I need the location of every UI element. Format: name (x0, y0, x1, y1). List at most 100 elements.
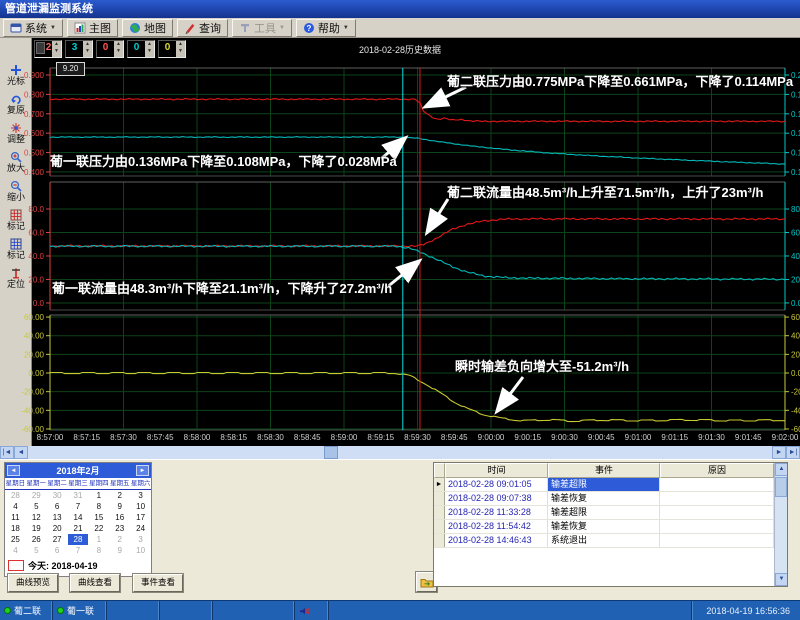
calendar-week-row: 28293031123 (5, 490, 151, 501)
calendar-day[interactable]: 10 (130, 501, 151, 512)
calendar-day[interactable]: 23 (109, 523, 130, 534)
event-reason-cell[interactable] (660, 506, 774, 519)
calendar-day-selected[interactable]: 28 (68, 534, 89, 545)
event-name-cell[interactable]: 系统退出 (548, 534, 660, 547)
calendar-day[interactable]: 2 (109, 534, 130, 545)
event-reason-cell[interactable] (660, 492, 774, 505)
calendar-day[interactable]: 4 (5, 545, 26, 556)
calendar-day[interactable]: 11 (5, 512, 26, 523)
calendar-day[interactable]: 31 (68, 490, 89, 501)
event-time-cell[interactable]: 2018-02-28 11:33:28 (445, 506, 548, 519)
event-reason-cell[interactable] (660, 534, 774, 547)
calendar-next-icon[interactable]: ► (136, 465, 149, 476)
event-name-cell[interactable]: 输差超限 (548, 478, 660, 491)
toolbar-button-system[interactable]: 系统▼ (3, 19, 63, 37)
calendar-day[interactable]: 9 (109, 545, 130, 556)
event-name-cell[interactable]: 输差超限 (548, 506, 660, 519)
calendar-day[interactable]: 8 (88, 545, 109, 556)
calendar-day[interactable]: 18 (5, 523, 26, 534)
scroll-down-icon[interactable]: ▼ (775, 573, 788, 586)
calendar-day[interactable]: 4 (5, 501, 26, 512)
calendar-day[interactable]: 6 (47, 501, 68, 512)
event-time-cell[interactable]: 2018-02-28 11:54:42 (445, 520, 548, 533)
calendar-day[interactable]: 7 (68, 501, 89, 512)
calendar-day[interactable]: 27 (47, 534, 68, 545)
calendar-day[interactable]: 30 (47, 490, 68, 501)
scroll-start-icon[interactable]: |◄ (0, 446, 14, 459)
calendar-day[interactable]: 1 (88, 490, 109, 501)
calendar-day[interactable]: 21 (68, 523, 89, 534)
calendar-day[interactable]: 1 (88, 534, 109, 545)
calendar-day[interactable]: 24 (130, 523, 151, 534)
tools-icon (239, 22, 251, 34)
scroll-up-icon[interactable]: ▲ (775, 463, 788, 476)
event-reason-cell[interactable] (660, 520, 774, 533)
column-header-3[interactable]: 原因 (660, 463, 774, 478)
event-name-cell[interactable]: 输差恢复 (548, 520, 660, 533)
scroll-thumb[interactable] (324, 446, 338, 459)
calendar-day[interactable]: 8 (88, 501, 109, 512)
toolbar-button-query[interactable]: 查询 (177, 19, 228, 37)
event-name-cell[interactable]: 输差恢复 (548, 492, 660, 505)
calendar-day[interactable]: 2 (109, 490, 130, 501)
calendar-day[interactable]: 12 (26, 512, 47, 523)
status-bar: 葡二联葡一联2018-04-19 16:56:36 (0, 600, 800, 620)
calendar-day[interactable]: 9 (109, 501, 130, 512)
event-time-cell[interactable]: 2018-02-28 14:46:43 (445, 534, 548, 547)
calendar-month-title: 2018年2月 (56, 464, 99, 477)
event-row[interactable]: 2018-02-28 11:54:42输差恢复 (434, 520, 787, 534)
event-time-cell[interactable]: 2018-02-28 09:07:38 (445, 492, 548, 505)
toolbar-button-main-view[interactable]: 主图 (67, 19, 118, 37)
time-tick-label: 9:01:30 (698, 433, 725, 442)
calendar-day[interactable]: 5 (26, 501, 47, 512)
axis-tick-label: 40.0 (28, 252, 44, 261)
calendar-day[interactable]: 19 (26, 523, 47, 534)
scroll-thumb[interactable] (775, 477, 787, 497)
event-row[interactable]: 2018-02-28 14:46:43系统退出 (434, 534, 787, 548)
calendar-day[interactable]: 25 (5, 534, 26, 545)
axis-tick-label: 0.120 (791, 149, 800, 158)
calendar-day[interactable]: 29 (26, 490, 47, 501)
toolbar-button-help[interactable]: ?帮助▼ (296, 19, 356, 37)
curve-view-button[interactable]: 曲线查看 (70, 574, 120, 592)
toolbar-button-map[interactable]: 地图 (122, 19, 173, 37)
status-datetime: 2018-04-19 16:56:36 (691, 601, 800, 620)
chart-canvas[interactable]: 0.9000.8000.7000.6000.5000.4000.2000.180… (0, 38, 800, 459)
weekday-label: 星期三 (68, 478, 89, 489)
map-globe-icon (129, 22, 141, 34)
event-row[interactable]: 2018-02-28 11:33:28输差超限 (434, 506, 787, 520)
event-reason-cell[interactable] (660, 478, 774, 491)
scroll-end-icon[interactable]: ►| (786, 446, 800, 459)
calendar-day[interactable]: 14 (68, 512, 89, 523)
calendar-day[interactable]: 3 (130, 490, 151, 501)
calendar-day[interactable]: 7 (68, 545, 89, 556)
scroll-right-icon[interactable]: ► (772, 446, 786, 459)
calendar-day[interactable]: 16 (109, 512, 130, 523)
calendar-day[interactable]: 28 (5, 490, 26, 501)
chart-h-scrollbar[interactable]: |◄◄ ►►| (0, 446, 800, 459)
event-time-cell[interactable]: 2018-02-28 09:01:05 (445, 478, 548, 491)
axis-tick-label: 0.0 (791, 299, 800, 308)
calendar-day[interactable]: 3 (130, 534, 151, 545)
column-header-2[interactable]: 事件 (548, 463, 660, 478)
calendar-day[interactable]: 6 (47, 545, 68, 556)
event-row[interactable]: ►2018-02-28 09:01:05输差超限 (434, 478, 787, 492)
table-v-scrollbar[interactable]: ▲▼ (774, 463, 787, 586)
calendar-day[interactable]: 13 (47, 512, 68, 523)
calendar-day[interactable]: 15 (88, 512, 109, 523)
annotation-arrow-5 (498, 377, 523, 410)
scroll-track[interactable] (28, 446, 772, 459)
calendar-day[interactable]: 10 (130, 545, 151, 556)
scroll-left-icon[interactable]: ◄ (14, 446, 28, 459)
calendar-prev-icon[interactable]: ◄ (7, 465, 20, 476)
curve-preview-button[interactable]: 曲线预览 (8, 574, 58, 592)
calendar-day[interactable]: 22 (88, 523, 109, 534)
calendar-day[interactable]: 26 (26, 534, 47, 545)
calendar-day[interactable]: 5 (26, 545, 47, 556)
column-header-1[interactable]: 时间 (445, 463, 548, 478)
axis-tick-label: 20.00 (791, 350, 800, 359)
event-view-button[interactable]: 事件查看 (133, 574, 183, 592)
calendar-day[interactable]: 20 (47, 523, 68, 534)
event-row[interactable]: 2018-02-28 09:07:38输差恢复 (434, 492, 787, 506)
calendar-day[interactable]: 17 (130, 512, 151, 523)
